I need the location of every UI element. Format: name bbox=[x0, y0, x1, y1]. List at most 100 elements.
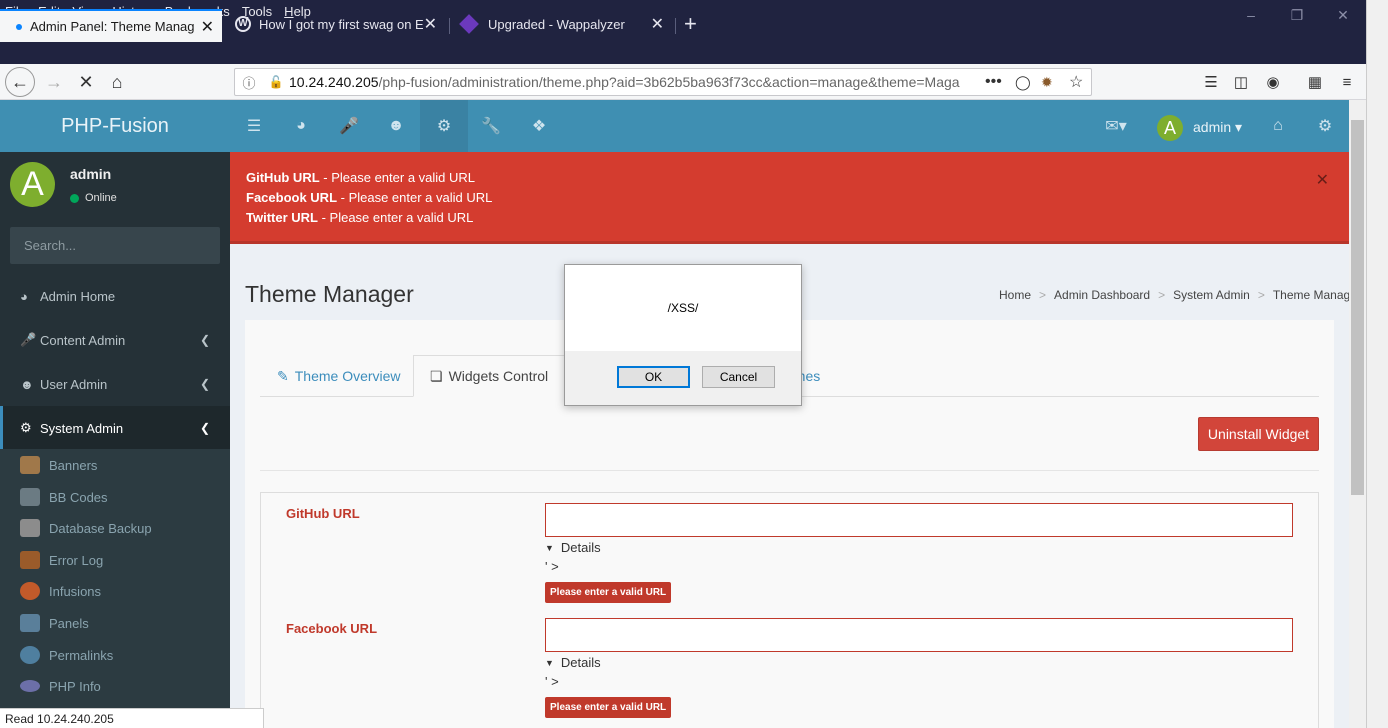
error-log-icon bbox=[20, 551, 40, 569]
sidebar-item-content-admin[interactable]: 🎤 Content Admin ❮ bbox=[0, 318, 230, 362]
github-url-label: GitHub URL bbox=[286, 506, 360, 521]
bookmark-star-icon[interactable]: ☆ bbox=[1069, 72, 1083, 92]
sidebar-subitem-error-log[interactable]: Error Log bbox=[0, 545, 230, 575]
sidebar: A admin Online Search... ◕ Admin Home 🎤 Co… bbox=[0, 152, 230, 728]
cubes-icon[interactable]: ❖ bbox=[515, 100, 563, 152]
sidebar-toggle-icon[interactable]: ◫ bbox=[1228, 69, 1254, 95]
library-icon[interactable]: ☰ bbox=[1198, 69, 1224, 95]
browser-tab-edmodo[interactable]: W How I got my first swag on Edmodo ✕ bbox=[225, 9, 445, 39]
edit-icon: ✎ bbox=[277, 367, 289, 384]
github-url-input[interactable] bbox=[545, 503, 1293, 537]
ok-button[interactable]: OK bbox=[617, 366, 690, 388]
divider bbox=[260, 470, 1319, 471]
alert-line: Facebook URL - Please enter a valid URL bbox=[246, 190, 493, 205]
banner-icon bbox=[20, 456, 40, 474]
pocket-icon[interactable]: ◯ bbox=[1015, 74, 1031, 91]
tab-theme-overview[interactable]: ✎ Theme Overview bbox=[261, 355, 417, 397]
extensions-icon[interactable]: ▦ bbox=[1302, 69, 1328, 95]
adjacent-window-strip bbox=[1366, 0, 1388, 728]
tab-close-icon[interactable]: ✕ bbox=[424, 14, 437, 34]
gear-icon[interactable]: ⚙ bbox=[420, 100, 468, 152]
injected-text: ' > bbox=[545, 559, 559, 574]
settings-icon[interactable]: ⚙ bbox=[1301, 100, 1349, 152]
home-icon[interactable]: ⌂ bbox=[102, 67, 132, 97]
facebook-url-input[interactable] bbox=[545, 618, 1293, 652]
stop-icon[interactable]: ✕ bbox=[71, 67, 101, 97]
users-icon: ☻ bbox=[20, 376, 34, 392]
facebook-url-label: Facebook URL bbox=[286, 621, 378, 636]
browser-tab-theme-manager[interactable]: Admin Panel: Theme Manager ✕ bbox=[0, 9, 222, 42]
breadcrumb: Home > Admin Dashboard > System Admin > The… bbox=[999, 288, 1361, 302]
uninstall-widget-button[interactable]: Uninstall Widget bbox=[1198, 417, 1319, 451]
back-arrow-icon[interactable]: ← bbox=[5, 67, 35, 97]
sidebar-search-input[interactable]: Search... bbox=[10, 227, 220, 264]
infusions-icon bbox=[20, 582, 40, 600]
home-icon[interactable]: ⌂ bbox=[1254, 100, 1302, 152]
sidebar-subitem-banners[interactable]: Banners bbox=[0, 450, 230, 480]
sidebar-subitem-infusions[interactable]: Infusions bbox=[0, 576, 230, 606]
cancel-button[interactable]: Cancel bbox=[702, 366, 775, 388]
sidebar-subitem-database-backup[interactable]: Database Backup bbox=[0, 513, 230, 543]
cube-icon: ❏ bbox=[430, 367, 443, 384]
error-badge: Please enter a valid URL bbox=[545, 582, 672, 603]
dialog-message: /XSS/ bbox=[667, 301, 699, 315]
wrench-icon[interactable]: 🔧 bbox=[467, 100, 515, 152]
breadcrumb-admin-dashboard[interactable]: Admin Dashboard bbox=[1054, 288, 1150, 302]
database-icon bbox=[20, 519, 40, 537]
tab-loading-icon bbox=[16, 23, 22, 30]
tab-close-icon[interactable]: ✕ bbox=[651, 14, 664, 34]
account-icon[interactable]: ◉ bbox=[1260, 69, 1286, 95]
sidebar-subitem-php-info[interactable]: PHP Info bbox=[0, 671, 230, 701]
chevron-left-icon: ❮ bbox=[199, 333, 210, 347]
sidebar-item-admin-home[interactable]: ◕ Admin Home bbox=[0, 274, 230, 318]
info-icon[interactable]: ⓘ bbox=[235, 73, 263, 92]
menu-toggle-icon[interactable]: ☰ bbox=[230, 100, 278, 152]
system-admin-submenu: Banners BB Codes Database Backup Error L… bbox=[0, 449, 230, 728]
sidebar-item-user-admin[interactable]: ☻ User Admin ❮ bbox=[0, 362, 230, 406]
sidebar-username: admin bbox=[70, 166, 112, 182]
url-bar[interactable]: ⓘ 🔓 10.24.240.205/php-fusion/administrat… bbox=[234, 68, 1092, 96]
page-title: Theme Manager bbox=[245, 281, 414, 307]
triangle-down-icon: ▼ bbox=[545, 542, 554, 553]
header-user-menu[interactable]: admin ▾ bbox=[1193, 119, 1242, 136]
breadcrumb-home[interactable]: Home bbox=[999, 288, 1031, 302]
more-actions-icon[interactable]: ••• bbox=[985, 73, 1002, 91]
hamburger-menu-icon[interactable]: ≡ bbox=[1334, 69, 1360, 95]
gear-icon: ⚙ bbox=[20, 420, 32, 435]
users-icon[interactable]: ☻ bbox=[372, 100, 420, 152]
details-toggle[interactable]: ▼ Details bbox=[545, 655, 601, 670]
breadcrumb-system-admin[interactable]: System Admin bbox=[1173, 288, 1250, 302]
panels-icon bbox=[20, 614, 40, 632]
tab-close-icon[interactable]: ✕ bbox=[201, 17, 214, 37]
alert-dialog: /XSS/ OK Cancel bbox=[564, 264, 802, 406]
forward-arrow-icon[interactable]: → bbox=[39, 67, 69, 97]
details-toggle[interactable]: ▼ Details bbox=[545, 540, 601, 555]
browser-tab-wappalyzer[interactable]: Upgraded - Wappalyzer ✕ bbox=[450, 9, 672, 39]
alert-line: GitHub URL - Please enter a valid URL bbox=[246, 170, 476, 185]
sidebar-subitem-permalinks[interactable]: Permalinks bbox=[0, 640, 230, 670]
sidebar-subitem-panels[interactable]: Panels bbox=[0, 608, 230, 638]
php-icon bbox=[20, 680, 40, 692]
messages-icon[interactable]: ✉▾ bbox=[1092, 100, 1140, 152]
dashboard-icon: ◕ bbox=[20, 288, 28, 304]
alert-close-icon[interactable]: ✕ bbox=[1316, 170, 1329, 190]
insecure-lock-icon[interactable]: 🔓 bbox=[263, 75, 289, 89]
sidebar-subitem-bb-codes[interactable]: BB Codes bbox=[0, 482, 230, 512]
url-path: /php-fusion/administration/theme.php?aid… bbox=[378, 74, 960, 90]
dashboard-icon[interactable]: ◕ bbox=[277, 100, 325, 152]
chevron-left-icon: ❮ bbox=[199, 377, 210, 391]
header-avatar[interactable]: A bbox=[1157, 115, 1183, 141]
bbcode-icon bbox=[20, 488, 40, 506]
status-bar: Read 10.24.240.205 bbox=[0, 708, 264, 728]
tab-widgets-control[interactable]: ❏ Widgets Control bbox=[413, 355, 566, 397]
error-alert: GitHub URL - Please enter a valid URL Fa… bbox=[230, 152, 1349, 244]
new-tab-icon[interactable]: + bbox=[674, 9, 708, 39]
breadcrumb-theme-manager: Theme Manager bbox=[1272, 288, 1361, 302]
online-dot-icon bbox=[70, 193, 79, 203]
brand-logo[interactable]: PHP-Fusion bbox=[0, 100, 230, 152]
microphone-icon[interactable]: 🎤 bbox=[325, 100, 373, 152]
triangle-down-icon: ▼ bbox=[545, 657, 554, 668]
extension-icon[interactable]: ✹ bbox=[1041, 74, 1053, 91]
scrollbar-thumb[interactable] bbox=[1351, 120, 1364, 495]
sidebar-item-system-admin[interactable]: ⚙ System Admin ❮ bbox=[0, 406, 230, 450]
